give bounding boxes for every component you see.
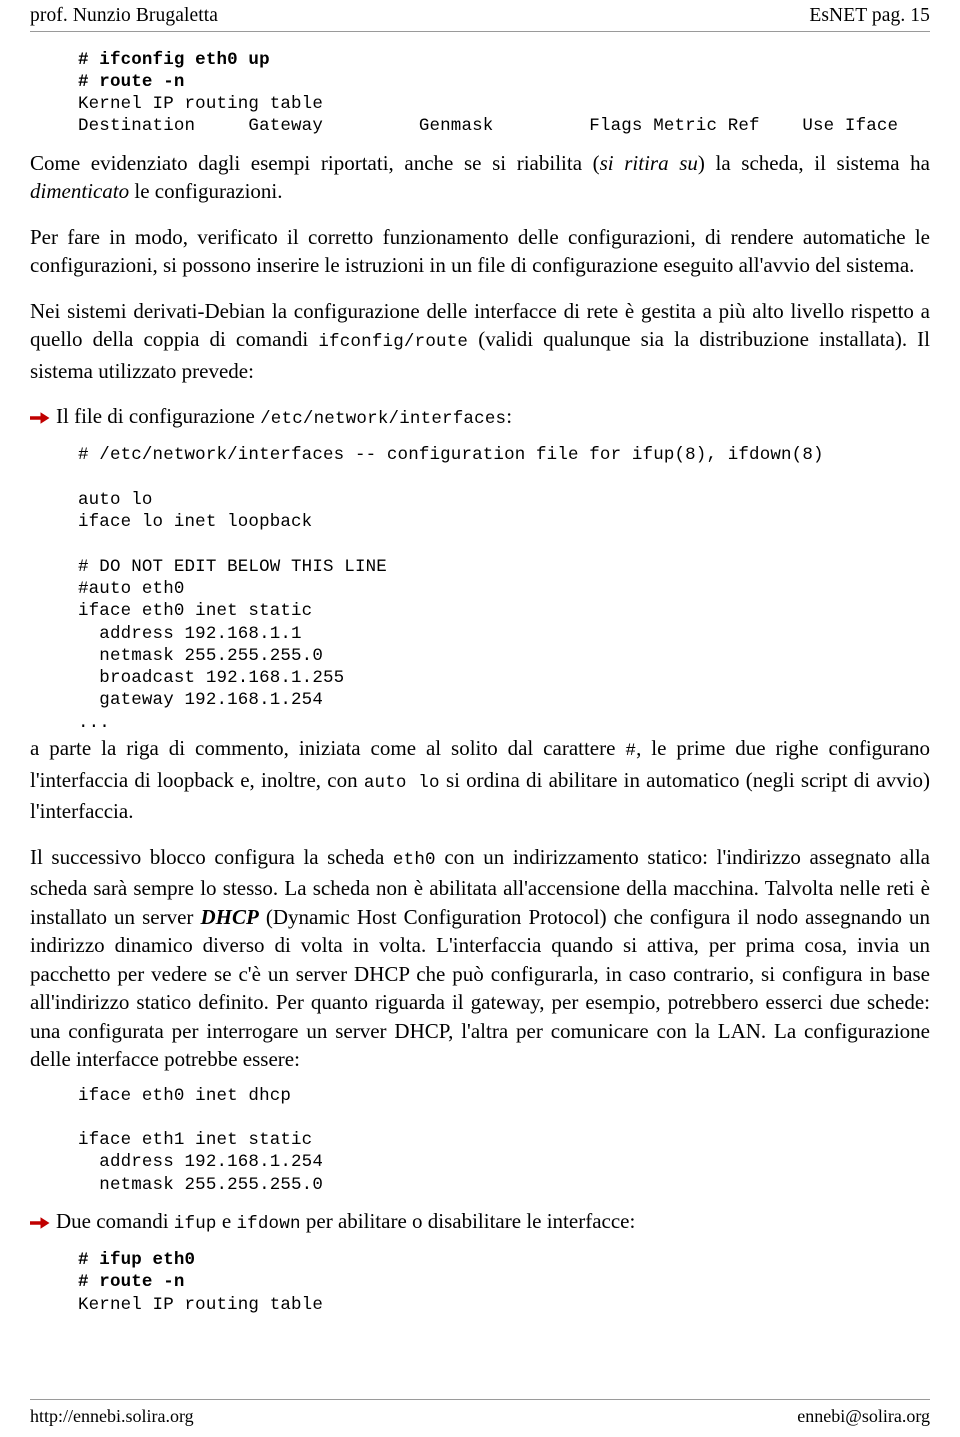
para1-text1: Come evidenziato dagli esempi riportati,… — [30, 150, 600, 175]
para1-text2: ) la scheda, il sistema ha — [697, 150, 930, 175]
paragraph-commento: a parte la riga di commento, iniziata co… — [30, 734, 930, 826]
header-page-label: EsNET pag. 15 — [809, 5, 930, 26]
document-page: prof. Nunzio Brugaletta EsNET pag. 15 # … — [0, 0, 960, 1437]
paragraph-automatiche: Per fare in modo, verificato il corretto… — [30, 224, 930, 278]
page-footer: http://ennebi.solira.org ennebi@solira.o… — [30, 1394, 930, 1427]
bullet1-code-path: /etc/network/interfaces — [260, 409, 507, 430]
para5-code-eth0: eth0 — [392, 849, 436, 870]
bullet2-text1: Due comandi — [56, 1209, 174, 1234]
code-block-dhcp-static: iface eth0 inet dhcp iface eth1 inet sta… — [78, 1085, 323, 1195]
para5-bold-dhcp: DHCP — [200, 904, 259, 929]
footer-website-link[interactable]: http://ennebi.solira.org — [30, 1406, 194, 1427]
code-block-routing-before: # ifconfig eth0 up # route -n Kernel IP … — [30, 49, 930, 138]
bullet1-text1: Il file di configurazione — [56, 404, 261, 429]
code-line-kernel-table-2: Kernel IP routing table — [78, 1294, 323, 1315]
bullet2-text3: per abilitare o disabilitare le interfac… — [300, 1209, 636, 1234]
arrow-right-icon — [30, 1216, 52, 1230]
code-block-ifup-routing: # ifup eth0 # route -n Kernel IP routing… — [30, 1249, 930, 1316]
para4-code-auto-lo: auto lo — [363, 772, 440, 793]
bullet-item-ifup-ifdown: Due comandi ifup e ifdown per abilitare … — [30, 1207, 930, 1238]
para5-text1: Il successivo blocco configura la scheda — [30, 844, 393, 869]
bullet-1-label: Il file di configurazione /etc/network/i… — [56, 402, 930, 433]
bullet-item-config-file: Il file di configurazione /etc/network/i… — [30, 402, 930, 433]
para5-text3: (Dynamic Host Configuration Protocol) ch… — [30, 904, 930, 1072]
para1-text3: le configurazioni. — [129, 179, 283, 204]
header-author: prof. Nunzio Brugaletta — [30, 5, 219, 26]
bullet1-text2: : — [506, 404, 513, 429]
bullet-2-label: Due comandi ifup e ifdown per abilitare … — [56, 1207, 930, 1238]
page-header: prof. Nunzio Brugaletta EsNET pag. 15 — [30, 0, 930, 26]
paragraph-dhcp: Il successivo blocco configura la scheda… — [30, 843, 930, 1074]
code-line-route-n-2: # route -n — [78, 1272, 185, 1293]
para1-italic1: si ritira su — [599, 150, 698, 175]
para4-code-hash: # — [625, 741, 637, 762]
code-line-ifup-eth0: # ifup eth0 — [78, 1250, 196, 1271]
footer-email-link[interactable]: ennebi@solira.org — [797, 1406, 930, 1427]
code-line-kernel-table: Kernel IP routing table — [78, 94, 323, 115]
para4-text1: a parte la riga di commento, iniziata co… — [30, 736, 626, 761]
bullet2-text2: e — [216, 1209, 237, 1234]
paragraph-riabilita: Come evidenziato dagli esempi riportati,… — [30, 149, 930, 206]
bullet2-code-ifdown: ifdown — [236, 1214, 301, 1235]
para3-code-ifconfig-route: ifconfig/route — [318, 332, 469, 353]
page-content: # ifconfig eth0 up # route -n Kernel IP … — [30, 32, 930, 1316]
arrow-right-icon — [30, 411, 52, 425]
paragraph-debian: Nei sistemi derivati-Debian la configura… — [30, 297, 930, 386]
code-block-interfaces-file: # /etc/network/interfaces -- configurati… — [78, 445, 824, 733]
code-line-ifconfig-up: # ifconfig eth0 up — [78, 49, 270, 70]
code-line-route-n: # route -n — [78, 71, 185, 92]
bullet2-code-ifup: ifup — [173, 1214, 217, 1235]
para1-italic2: dimenticato — [30, 179, 130, 204]
code-line-columns: Destination Gateway Genmask Flags Metric… — [78, 116, 899, 137]
